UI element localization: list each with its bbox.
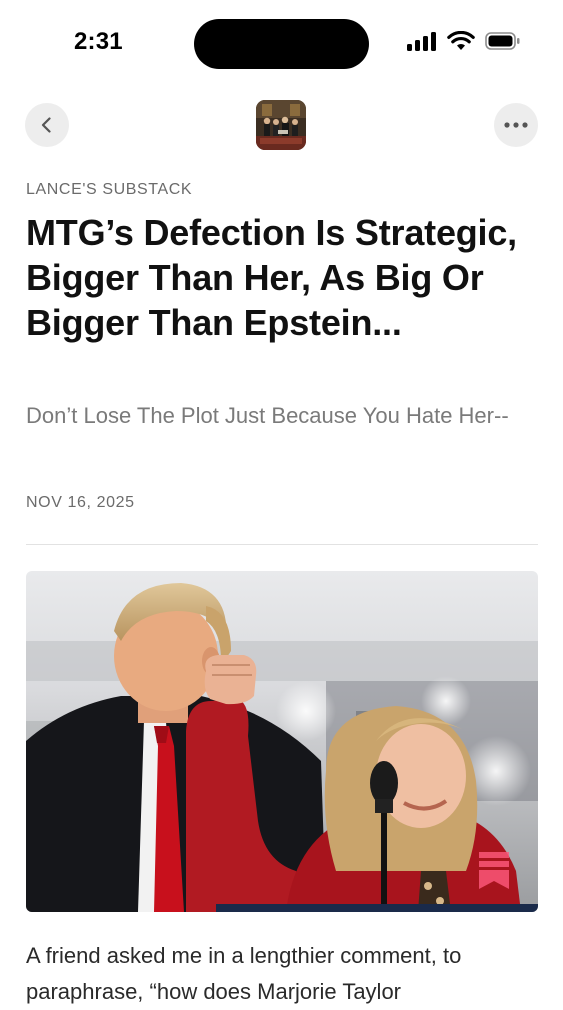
battery-icon (485, 32, 520, 50)
chevron-left-icon (41, 117, 51, 133)
status-icons (407, 31, 521, 51)
divider (26, 544, 538, 545)
dynamic-island (194, 19, 369, 69)
article-subtitle: Don’t Lose The Plot Just Because You Hat… (26, 403, 509, 428)
ellipsis-icon (504, 122, 528, 128)
wifi-icon (447, 31, 475, 50)
article-body-paragraph: A friend asked me in a lengthier comment… (26, 943, 462, 1004)
signal-icon (407, 32, 436, 51)
publication-logo-image (256, 100, 306, 150)
publication-logo[interactable] (256, 100, 306, 150)
publication-name[interactable]: LANCE'S SUBSTACK (26, 181, 192, 199)
back-button[interactable] (25, 103, 69, 147)
hero-image[interactable] (26, 571, 538, 912)
status-bar: 2:31 (0, 0, 563, 88)
article-date: NOV 16, 2025 (26, 494, 135, 511)
more-options-button[interactable] (494, 103, 538, 147)
top-nav (0, 100, 563, 152)
article-title: MTG’s Defection Is Strategic, Bigger Tha… (26, 212, 517, 343)
status-time: 2:31 (74, 28, 123, 55)
hero-photo (26, 571, 538, 912)
